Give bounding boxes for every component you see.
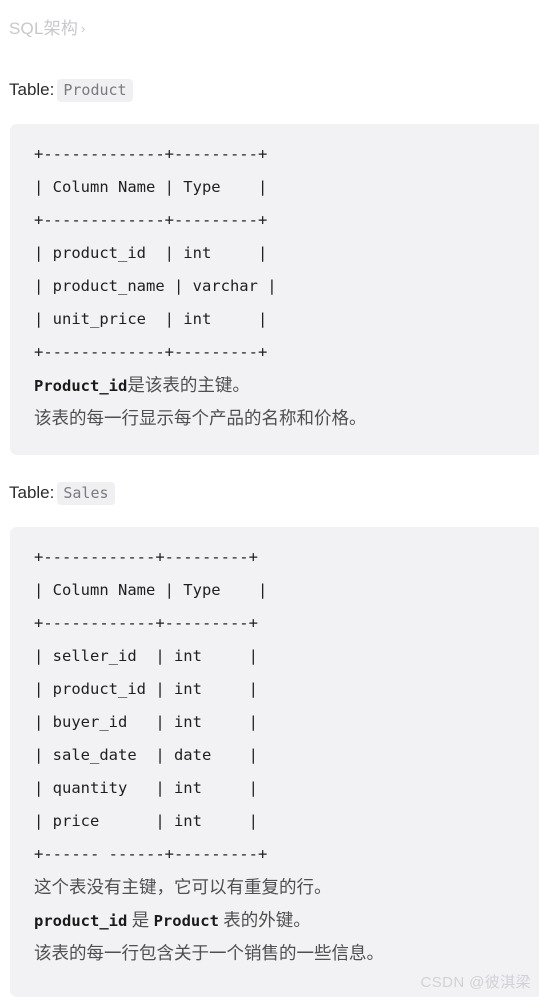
code-line: | product_id | int | <box>34 244 268 262</box>
code-line: | product_name | varchar | <box>34 277 277 295</box>
note-text: 是 <box>127 910 154 930</box>
note-text: 这个表没有主键，它可以有重复的行。 <box>34 877 332 897</box>
table-label: Table: <box>9 483 55 502</box>
code-line: | product_id | int | <box>34 680 258 698</box>
code-line: | sale_date | date | <box>34 746 258 764</box>
note-line: 这个表没有主键，它可以有重复的行。 <box>10 871 539 904</box>
code-line: | unit_price | int | <box>34 310 268 328</box>
table-name-badge-sales: Sales <box>57 482 115 505</box>
note-mono-term: Product <box>153 912 219 930</box>
code-line: +-------------+---------+ <box>34 145 268 163</box>
note-mono-term: product_id <box>34 912 128 930</box>
code-line: +-------------+---------+ <box>34 343 268 361</box>
code-line: +------------+---------+ <box>34 548 258 566</box>
note-text: 该表的每一行显示每个产品的名称和价格。 <box>34 408 367 428</box>
code-line: | Column Name | Type | <box>34 178 268 196</box>
table-label: Table: <box>9 80 55 99</box>
note-line: Product_id是该表的主键。 <box>10 369 539 402</box>
breadcrumb[interactable]: SQL架构 › <box>9 18 86 41</box>
watermark: CSDN @彼淇梁 <box>420 974 531 991</box>
note-line: 该表的每一行包含关于一个销售的一些信息。 <box>10 937 539 970</box>
code-line: | buyer_id | int | <box>34 713 258 731</box>
note-text: 是该表的主键。 <box>127 375 250 395</box>
page-title-sales-table: Table: Sales <box>9 482 115 505</box>
chevron-right-icon: › <box>81 21 86 36</box>
note-line: product_id 是 Product 表的外键。 <box>10 904 539 937</box>
code-block-sales: +------------+---------+ | Column Name |… <box>10 527 539 997</box>
code-line: | Column Name | Type | <box>34 581 268 599</box>
page-title-product-table: Table: Product <box>9 79 133 102</box>
code-line: +------ ------+---------+ <box>34 845 268 863</box>
code-block-product: +-------------+---------+ | Column Name … <box>10 124 539 455</box>
breadcrumb-item-sql-schema[interactable]: SQL架构 <box>9 19 78 38</box>
code-line: +------------+---------+ <box>34 614 258 632</box>
note-mono-term: Product_id <box>34 377 128 395</box>
code-line: | quantity | int | <box>34 779 258 797</box>
note-text: 表的外键。 <box>218 910 311 930</box>
code-line: +-------------+---------+ <box>34 211 268 229</box>
code-line: | seller_id | int | <box>34 647 258 665</box>
article-page: SQL架构 › Table: Product +-------------+----… <box>0 0 539 997</box>
note-text: 该表的每一行包含关于一个销售的一些信息。 <box>34 943 384 963</box>
table-name-badge-product: Product <box>57 79 133 102</box>
note-line: 该表的每一行显示每个产品的名称和价格。 <box>10 402 539 435</box>
code-line: | price | int | <box>34 812 258 830</box>
